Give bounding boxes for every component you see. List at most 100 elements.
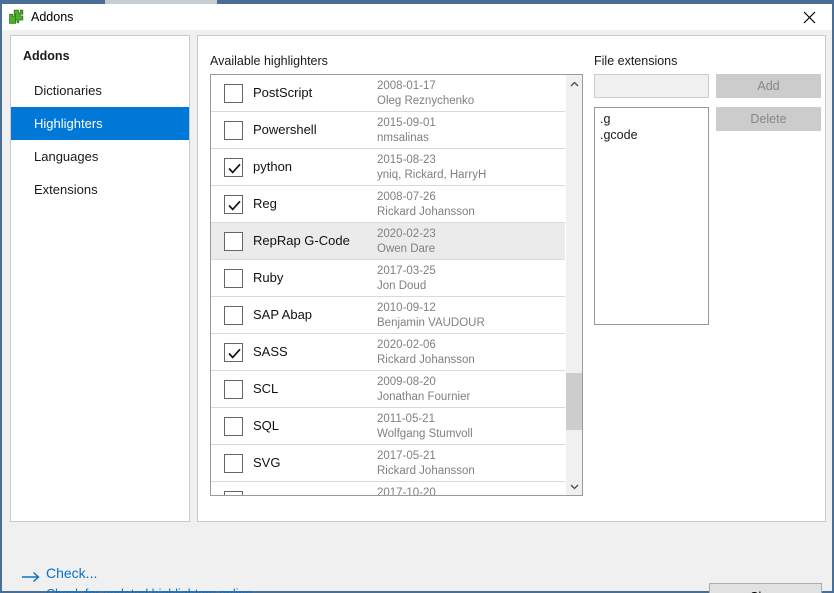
sidebar-item-label: Dictionaries [34,83,102,98]
footer-separator [2,522,832,523]
highlighter-meta: 2008-01-17 Oleg Reznychenko [377,79,474,109]
highlighter-date: 2015-08-23 [377,154,436,166]
table-row[interactable]: python 2015-08-23 yniq, Rickard, HarryH [211,149,566,186]
check-link-title: Check... [46,565,98,581]
highlighter-meta: 2015-09-01 nmsalinas [377,116,436,146]
checkbox-icon[interactable] [224,380,243,399]
checkbox-icon[interactable] [224,491,243,495]
highlighter-name: SASS [253,344,288,359]
highlighter-date: 2020-02-23 [377,228,436,240]
checkbox-icon[interactable] [224,121,243,140]
table-row[interactable]: Ruby 2017-03-25 Jon Doud [211,260,566,297]
checkbox-icon[interactable] [224,232,243,251]
scrollbar-thumb[interactable] [566,373,582,430]
highlighter-meta: 2011-05-21 Wolfgang Stumvoll [377,412,473,442]
window-close-button[interactable] [786,4,832,30]
highlighter-date: 2020-02-06 [377,339,436,351]
highlighter-date: 2008-07-26 [377,191,436,203]
window-title: Addons [31,10,74,24]
table-row[interactable]: 2017-10-20 [211,482,566,496]
highlighter-meta: 2017-10-20 [377,486,436,496]
highlighter-date: 2017-10-20 [377,487,436,496]
highlighter-name: PostScript [253,85,313,100]
highlighter-date: 2017-03-25 [377,265,436,277]
highlighters-scrollbar[interactable] [565,75,582,495]
table-row[interactable]: RepRap G-Code 2020-02-23 Owen Dare [211,223,566,260]
highlighter-author: nmsalinas [377,132,429,144]
highlighter-date: 2017-05-21 [377,450,436,462]
highlighter-meta: 2020-02-06 Rickard Johansson [377,338,475,368]
chevron-up-icon[interactable] [566,75,582,92]
extensions-list[interactable]: .g .gcode [594,107,709,325]
highlighter-meta: 2017-05-21 Rickard Johansson [377,449,475,479]
highlighter-name: Reg [253,196,277,211]
highlighter-meta: 2010-09-12 Benjamin VAUDOUR [377,301,485,331]
highlighter-date: 2009-08-20 [377,376,436,388]
highlighter-meta: 2015-08-23 yniq, Rickard, HarryH [377,153,486,183]
table-row[interactable]: SCL 2009-08-20 Jonathan Fournier [211,371,566,408]
highlighter-date: 2008-01-17 [377,80,436,92]
highlighter-name: RepRap G-Code [253,233,350,248]
highlighter-author: Oleg Reznychenko [377,95,475,107]
checkbox-checked-icon[interactable] [224,343,243,362]
checkbox-icon[interactable] [224,269,243,288]
highlighter-date: 2010-09-12 [377,302,436,314]
sidebar-item-label: Highlighters [34,116,103,131]
sidebar-item-highlighters[interactable]: Highlighters [11,107,189,140]
highlighters-rows: PostScript 2008-01-17 Oleg Reznychenko Powe… [211,75,566,496]
highlighter-name: Powershell [253,122,317,137]
table-row[interactable]: SAP Abap 2010-09-12 Benjamin VAUDOUR [211,297,566,334]
table-row[interactable]: SQL 2011-05-21 Wolfgang Stumvoll [211,408,566,445]
puzzle-piece-icon [8,9,25,26]
table-row[interactable]: SVG 2017-05-21 Rickard Johansson [211,445,566,482]
highlighter-name: python [253,159,293,174]
checkbox-checked-icon[interactable] [224,195,243,214]
sidebar-item-languages[interactable]: Languages [11,140,189,173]
highlighter-name: SQL [253,418,280,433]
close-dialog-button[interactable]: Close [709,583,822,593]
list-item[interactable]: .gcode [600,127,703,143]
highlighter-author: Rickard Johansson [377,206,475,218]
highlighter-author: Rickard Johansson [377,354,475,366]
highlighter-date: 2015-09-01 [377,117,436,129]
dialog-body: Addons Dictionaries Highlighters Languag… [0,30,834,593]
arrow-right-icon [22,570,41,588]
main-panel: Available highlighters File extensions P… [197,35,826,522]
highlighter-name: SAP Abap [253,307,313,322]
highlighter-author: yniq, Rickard, HarryH [377,169,487,181]
table-row[interactable]: Powershell 2015-09-01 nmsalinas [211,112,566,149]
highlighter-meta: 2008-07-26 Rickard Johansson [377,190,475,220]
sidebar-item-extensions[interactable]: Extensions [11,173,189,206]
chevron-down-icon[interactable] [566,478,582,495]
checkbox-checked-icon[interactable] [224,158,243,177]
highlighter-author: Benjamin VAUDOUR [377,317,485,329]
table-row[interactable]: Reg 2008-07-26 Rickard Johansson [211,186,566,223]
highlighter-name: SCL [253,381,279,396]
highlighter-author: Rickard Johansson [377,465,475,477]
table-row[interactable]: PostScript 2008-01-17 Oleg Reznychenko [211,75,566,112]
sidebar-header: Addons [23,49,70,63]
add-extension-button[interactable]: Add [716,74,821,98]
checkbox-icon[interactable] [224,454,243,473]
highlighter-author: Wolfgang Stumvoll [377,428,473,440]
delete-extension-button[interactable]: Delete [716,107,821,131]
highlighter-author: Owen Dare [377,243,436,255]
highlighter-author: Jon Doud [377,280,427,292]
highlighter-name: Ruby [253,270,284,285]
available-highlighters-label: Available highlighters [210,54,328,68]
check-link-subtitle: Check for updated highlighters online [46,587,252,593]
highlighter-date: 2011-05-21 [377,413,435,425]
window-left-border [0,4,2,30]
checkbox-icon[interactable] [224,417,243,436]
checkbox-icon[interactable] [224,84,243,103]
extension-input[interactable] [594,74,709,98]
addons-dialog: Addons Addons Dictionaries Highlighters … [0,0,834,593]
highlighters-list[interactable]: PostScript 2008-01-17 Oleg Reznychenko Powe… [210,74,583,496]
table-row[interactable]: SASS 2020-02-06 Rickard Johansson [211,334,566,371]
list-item[interactable]: .g [600,111,703,127]
highlighter-meta: 2009-08-20 Jonathan Fournier [377,375,470,405]
sidebar-item-dictionaries[interactable]: Dictionaries [11,74,189,107]
sidebar-list: Dictionaries Highlighters Languages Exte… [11,74,189,206]
highlighter-name: SVG [253,455,281,470]
checkbox-icon[interactable] [224,306,243,325]
